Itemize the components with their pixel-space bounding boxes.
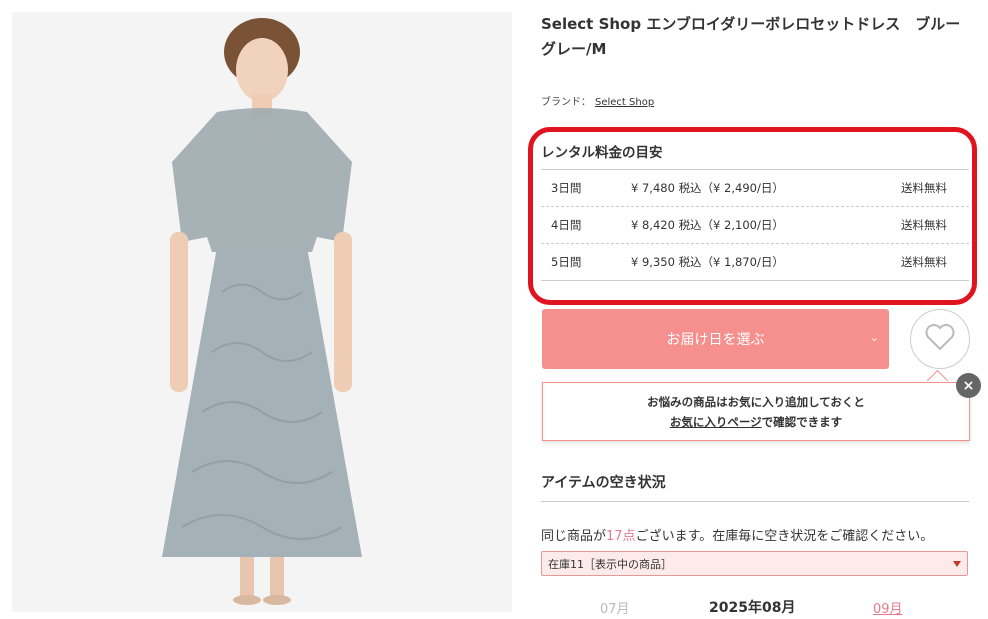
divider	[541, 501, 969, 502]
chevron-down-icon	[953, 561, 961, 567]
rental-row: 5日間 ¥ 9,350 税込（¥ 1,870/日） 送料無料	[541, 244, 969, 281]
rental-days: 5日間	[551, 255, 582, 269]
rental-days: 3日間	[551, 181, 582, 195]
rental-price-title: レンタル料金の目安	[541, 145, 663, 161]
product-image	[12, 12, 512, 612]
select-delivery-date-button[interactable]: お届け日を選ぶ ⌄	[542, 309, 889, 369]
product-title: Select Shop エンブロイダリーボレロセットドレス ブルーグレー/M	[541, 15, 961, 58]
chevron-down-icon: ⌄	[869, 331, 879, 344]
rental-shipping: 送料無料	[901, 181, 947, 195]
heart-icon	[925, 323, 955, 355]
next-month-link[interactable]: 09月	[873, 598, 903, 617]
rental-price-value: ¥ 7,480	[631, 181, 675, 195]
tooltip-line2-rest: で確認できます	[761, 415, 843, 429]
rental-row: 4日間 ¥ 8,420 税込（¥ 2,100/日） 送料無料	[541, 207, 969, 244]
rental-price-table: 3日間 ¥ 7,480 税込（¥ 2,490/日） 送料無料 4日間 ¥ 8,4…	[541, 169, 969, 281]
favorite-button[interactable]	[910, 309, 970, 369]
stock-select-value: 在庫11［表示中の商品］	[548, 557, 672, 571]
rental-price: ¥ 9,350 税込（¥ 1,870/日）	[631, 254, 867, 270]
select-delivery-date-label: お届け日を選ぶ	[666, 332, 765, 348]
close-icon[interactable]: ×	[956, 373, 981, 398]
rental-price: ¥ 8,420 税込（¥ 2,100/日）	[631, 217, 867, 233]
stock-select[interactable]: 在庫11［表示中の商品］	[541, 551, 968, 576]
brand-label: ブランド：	[541, 97, 591, 108]
favorites-page-link[interactable]: お気に入りページ	[670, 415, 762, 429]
brand-link[interactable]: Select Shop	[595, 97, 654, 108]
rental-price-value: ¥ 9,350	[631, 255, 675, 269]
stock-prefix: 同じ商品が	[541, 529, 607, 544]
stock-count: 17点	[606, 529, 636, 544]
rental-shipping: 送料無料	[901, 255, 947, 269]
rental-tax: 税込（¥ 2,100/日）	[678, 218, 784, 232]
stock-suffix: ございます。在庫毎に空き状況をご確認ください。	[635, 529, 934, 544]
rental-shipping: 送料無料	[901, 218, 947, 232]
rental-days: 4日間	[551, 218, 582, 232]
rental-row: 3日間 ¥ 7,480 税込（¥ 2,490/日） 送料無料	[541, 170, 969, 207]
tooltip-line2: お気に入りページで確認できます	[543, 412, 969, 432]
prev-month: 07月	[600, 602, 630, 617]
favorite-tooltip: お悩みの商品はお気に入り追加しておくと お気に入りページで確認できます	[542, 382, 970, 441]
rental-price: ¥ 7,480 税込（¥ 2,490/日）	[631, 180, 867, 196]
tooltip-line1: お悩みの商品はお気に入り追加しておくと	[647, 395, 865, 409]
stock-info: 同じ商品が17点ございます。在庫毎に空き状況をご確認ください。	[541, 525, 933, 544]
current-month: 2025年08月	[709, 600, 796, 616]
brand-line: ブランド： Select Shop	[541, 93, 654, 108]
rental-tax: 税込（¥ 1,870/日）	[678, 255, 784, 269]
availability-title: アイテムの空き状況	[541, 475, 666, 491]
rental-tax: 税込（¥ 2,490/日）	[678, 181, 784, 195]
rental-price-value: ¥ 8,420	[631, 218, 675, 232]
